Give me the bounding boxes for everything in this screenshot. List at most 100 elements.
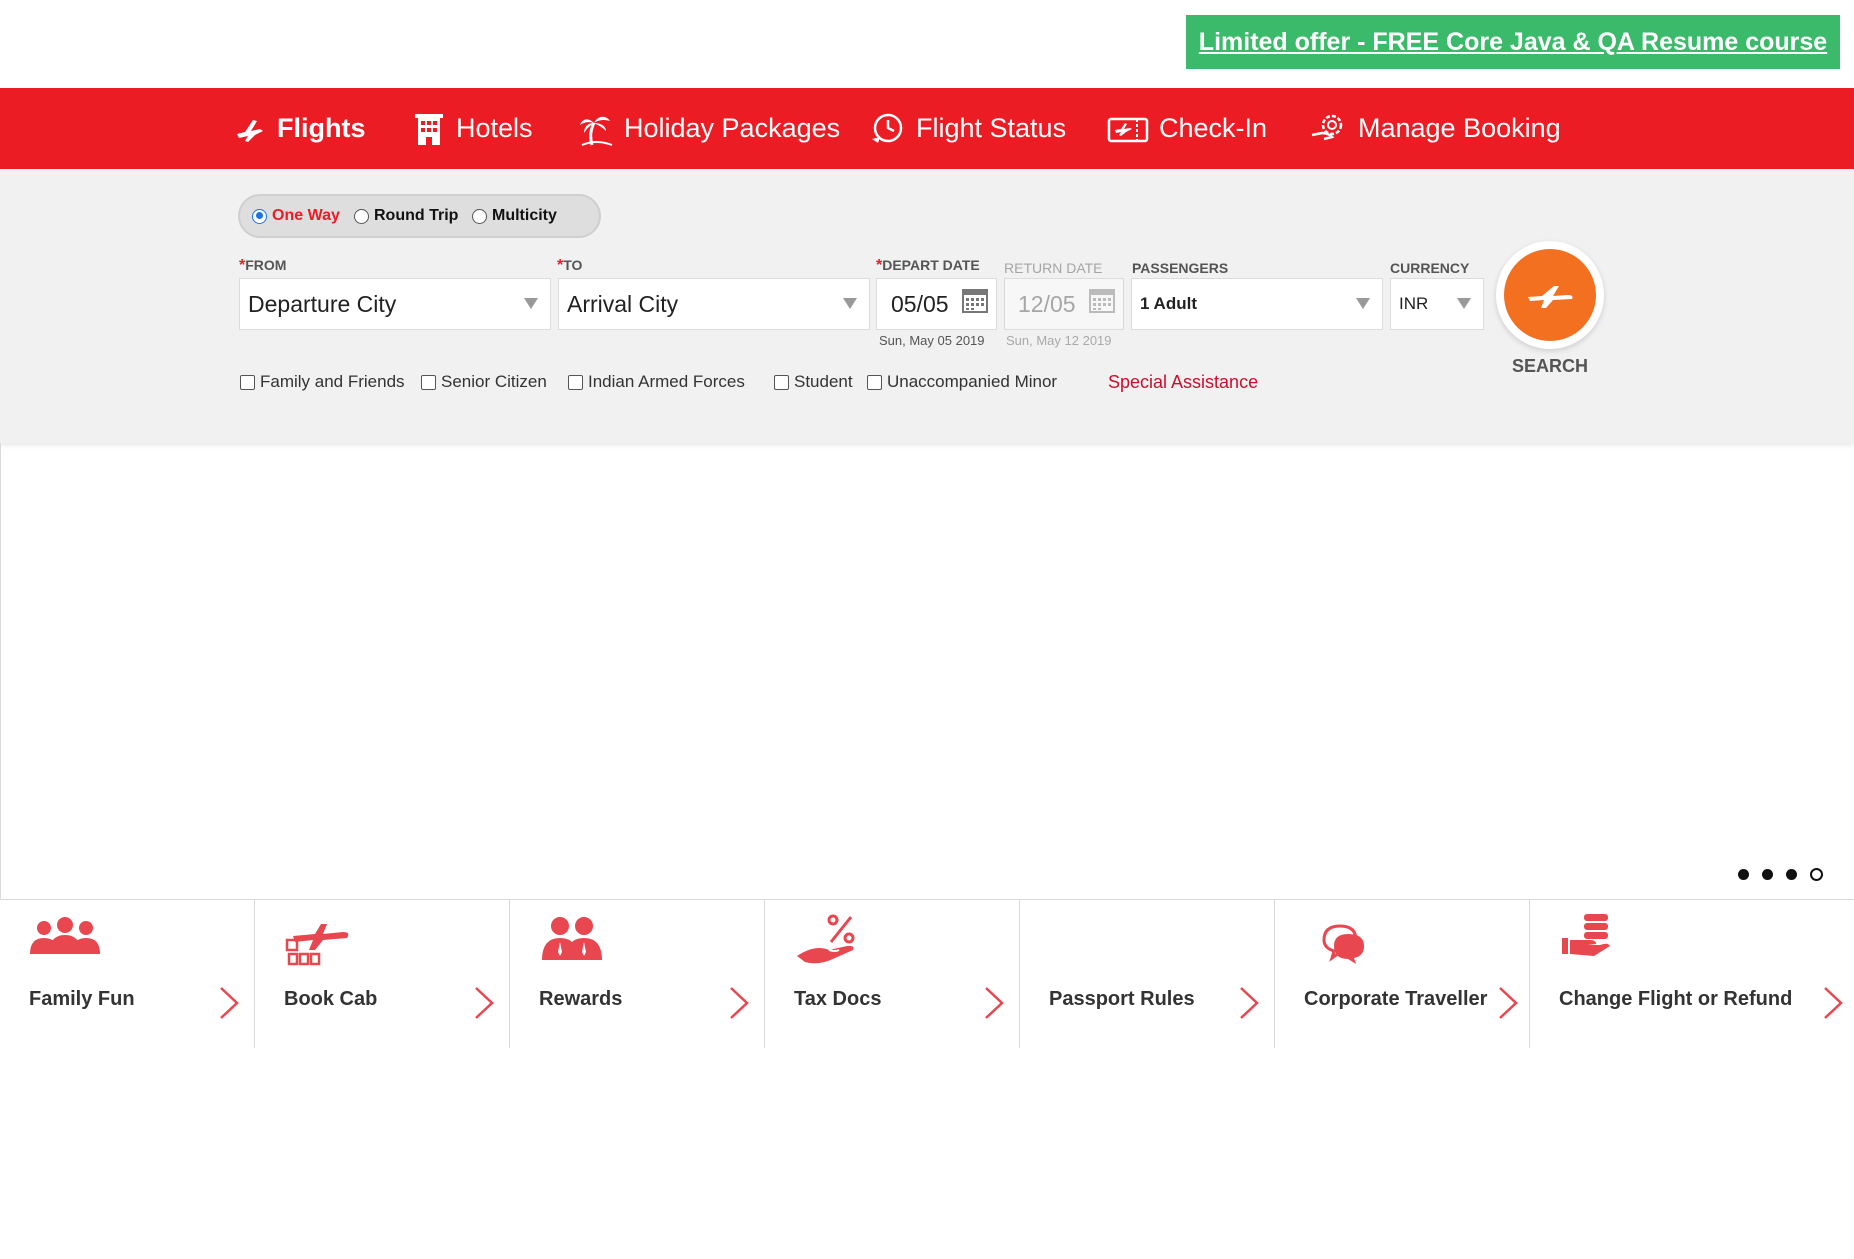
chevron-down-icon	[524, 298, 538, 309]
promo-banner[interactable]: Limited offer - FREE Core Java & QA Resu…	[1186, 15, 1840, 69]
depart-date-field[interactable]: 05/05	[876, 278, 997, 330]
carousel-dot-4[interactable]	[1810, 868, 1823, 881]
checkbox[interactable]	[867, 374, 882, 390]
carousel-dot-1[interactable]	[1738, 869, 1749, 880]
multicity-label: Multicity	[492, 207, 557, 224]
quick-link-passport-rules[interactable]: Passport Rules	[1020, 900, 1275, 1048]
nav-check-in[interactable]: Check-In	[1107, 88, 1267, 169]
concession-student[interactable]: Student	[774, 372, 853, 392]
promo-carousel	[0, 443, 1854, 900]
return-date-value: 12/05	[1018, 290, 1076, 317]
concession-armed-forces[interactable]: Indian Armed Forces	[568, 372, 745, 392]
return-date-label: RETURN DATE	[1004, 260, 1103, 276]
calendar-icon[interactable]	[962, 287, 988, 313]
currency-value: INR	[1399, 294, 1429, 313]
to-select[interactable]: Arrival City	[558, 278, 870, 330]
calendar-icon[interactable]	[1089, 287, 1115, 313]
quick-link-change-flight-refund[interactable]: Change Flight or Refund	[1530, 900, 1854, 1048]
quick-link-rewards[interactable]: Rewards	[510, 900, 765, 1048]
rewards-label: Rewards	[539, 988, 623, 1010]
carousel-dot-2[interactable]	[1762, 869, 1773, 880]
nav-hotels[interactable]: Hotels	[412, 88, 533, 169]
passengers-label: PASSENGERS	[1132, 260, 1229, 276]
multicity-radio[interactable]	[472, 208, 487, 224]
depart-date-label: *DEPART DATE	[876, 257, 980, 274]
nav-flights-label: Flights	[277, 113, 366, 143]
concession-senior-citizen[interactable]: Senior Citizen	[421, 372, 547, 392]
quick-link-book-cab[interactable]: Book Cab	[255, 900, 510, 1048]
nav-manage-booking-label: Manage Booking	[1358, 113, 1561, 143]
trip-type-toggle: One Way Round Trip Multicity	[238, 194, 601, 238]
nav-holiday-label: Holiday Packages	[624, 113, 841, 143]
from-label: *FROM	[239, 257, 287, 274]
chevron-right-icon	[985, 987, 1004, 1019]
chevron-right-icon	[475, 987, 494, 1019]
palm-tree-icon	[580, 116, 613, 146]
chevron-down-icon	[1457, 298, 1471, 309]
search-button[interactable]	[1496, 241, 1604, 349]
rewards-people-icon	[542, 917, 602, 960]
quick-link-family-fun[interactable]: Family Fun	[0, 900, 255, 1048]
chevron-down-icon	[1356, 298, 1370, 309]
trip-one-way[interactable]: One Way	[252, 196, 340, 236]
round-trip-label: Round Trip	[374, 207, 459, 224]
concession-family-friends[interactable]: Family and Friends	[240, 372, 405, 392]
promo-link[interactable]: Limited offer - FREE Core Java & QA Resu…	[1199, 28, 1827, 57]
from-select[interactable]: Departure City	[239, 278, 551, 330]
boarding-pass-icon	[1107, 117, 1149, 142]
gear-hand-icon	[1311, 114, 1343, 140]
return-date-full: Sun, May 12 2019	[1006, 333, 1112, 348]
special-assistance-link[interactable]: Special Assistance	[1108, 372, 1258, 393]
book-cab-label: Book Cab	[284, 988, 378, 1010]
nav-check-in-label: Check-In	[1159, 113, 1268, 143]
hotel-icon	[415, 113, 443, 145]
one-way-radio[interactable]	[252, 208, 267, 224]
chevron-right-icon	[1824, 987, 1843, 1019]
nav-hotels-label: Hotels	[456, 113, 533, 143]
plane-cab-icon	[285, 924, 349, 966]
from-value: Departure City	[248, 290, 397, 317]
main-nav: Flights Hotels Holiday Packages Flight S…	[0, 88, 1854, 169]
nav-holiday-packages[interactable]: Holiday Packages	[578, 88, 840, 169]
checkbox[interactable]	[568, 374, 583, 390]
nav-flights[interactable]: Flights	[233, 88, 366, 169]
chat-bubbles-icon	[1322, 924, 1364, 964]
to-value: Arrival City	[567, 290, 679, 317]
nav-manage-booking[interactable]: Manage Booking	[1310, 88, 1561, 169]
family-icon	[30, 917, 100, 954]
return-date-field[interactable]: 12/05	[1004, 278, 1124, 330]
tax-docs-label: Tax Docs	[794, 988, 882, 1010]
change-flight-refund-label: Change Flight or Refund	[1559, 988, 1793, 1010]
passengers-select[interactable]: 1 Adult	[1131, 278, 1383, 330]
plane-icon	[237, 119, 263, 142]
one-way-label: One Way	[272, 207, 340, 224]
currency-select[interactable]: INR	[1390, 278, 1484, 330]
checkbox[interactable]	[774, 374, 789, 390]
quick-link-corporate-traveller[interactable]: Corporate Traveller	[1275, 900, 1530, 1048]
search-label: SEARCH	[1512, 356, 1589, 376]
percent-hand-icon	[797, 914, 855, 964]
trip-multicity[interactable]: Multicity	[472, 196, 557, 236]
family-fun-label: Family Fun	[29, 988, 135, 1010]
quick-link-tax-docs[interactable]: Tax Docs	[765, 900, 1020, 1048]
round-trip-radio[interactable]	[354, 208, 369, 224]
passengers-value: 1 Adult	[1140, 294, 1197, 313]
depart-date-value: 05/05	[891, 290, 949, 317]
refund-hand-icon	[1562, 914, 1610, 956]
concession-unaccompanied-minor[interactable]: Unaccompanied Minor	[867, 372, 1057, 392]
clock-plane-icon	[872, 113, 903, 143]
nav-flight-status[interactable]: Flight Status	[870, 88, 1066, 169]
chevron-right-icon	[730, 987, 749, 1019]
checkbox[interactable]	[421, 374, 436, 390]
currency-label: CURRENCY	[1390, 260, 1470, 276]
carousel-dot-3[interactable]	[1786, 869, 1797, 880]
checkbox[interactable]	[240, 374, 255, 390]
passport-rules-label: Passport Rules	[1049, 988, 1195, 1010]
corporate-traveller-label: Corporate Traveller	[1304, 988, 1488, 1010]
trip-round-trip[interactable]: Round Trip	[354, 196, 458, 236]
chevron-right-icon	[1499, 987, 1518, 1019]
chevron-right-icon	[1240, 987, 1259, 1019]
chevron-down-icon	[843, 298, 857, 309]
nav-flight-status-label: Flight Status	[916, 113, 1067, 143]
plane-icon	[1528, 286, 1573, 308]
